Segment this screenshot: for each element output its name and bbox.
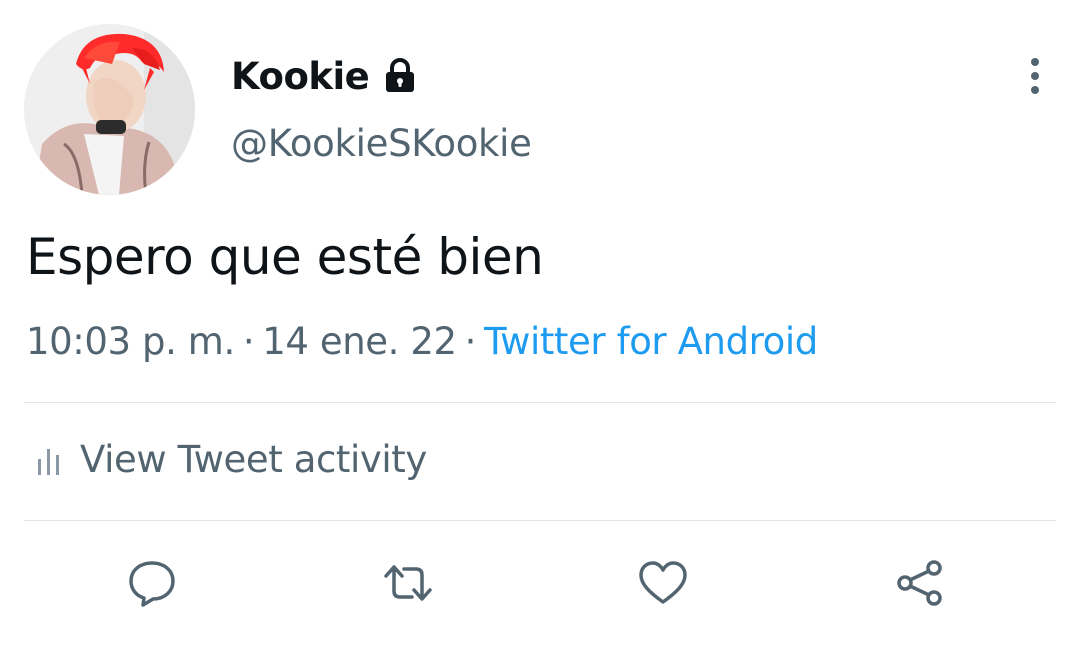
retweet-button[interactable] [380, 555, 436, 611]
like-button[interactable] [635, 555, 691, 611]
user-handle[interactable]: @KookieSKookie [231, 122, 532, 165]
tweet-date[interactable]: 14 ene. 22 [262, 320, 457, 363]
user-name-row[interactable]: Kookie [231, 50, 417, 102]
profile-photo [24, 24, 195, 195]
retweet-icon [384, 565, 432, 601]
divider [24, 402, 1056, 403]
reply-icon [129, 561, 175, 607]
bar-chart-icon [36, 445, 62, 475]
like-icon [639, 561, 687, 604]
lock-icon [383, 58, 417, 94]
tweet-text: Espero que esté bien [26, 228, 544, 286]
share-icon [897, 560, 942, 606]
reply-button[interactable] [124, 555, 180, 611]
more-options-icon[interactable] [1020, 56, 1050, 96]
divider [24, 520, 1056, 521]
view-tweet-activity-label: View Tweet activity [80, 438, 427, 481]
view-tweet-activity-button[interactable]: View Tweet activity [36, 438, 427, 481]
tweet-source-link[interactable]: Twitter for Android [484, 320, 818, 363]
avatar[interactable] [24, 24, 195, 195]
display-name[interactable]: Kookie [231, 55, 370, 98]
tweet-time[interactable]: 10:03 p. m. [26, 320, 235, 363]
share-button[interactable] [892, 555, 948, 611]
separator: · [242, 320, 255, 363]
tweet-metadata: 10:03 p. m. · 14 ene. 22 · Twitter for Andro… [26, 320, 818, 363]
separator: · [464, 320, 477, 363]
